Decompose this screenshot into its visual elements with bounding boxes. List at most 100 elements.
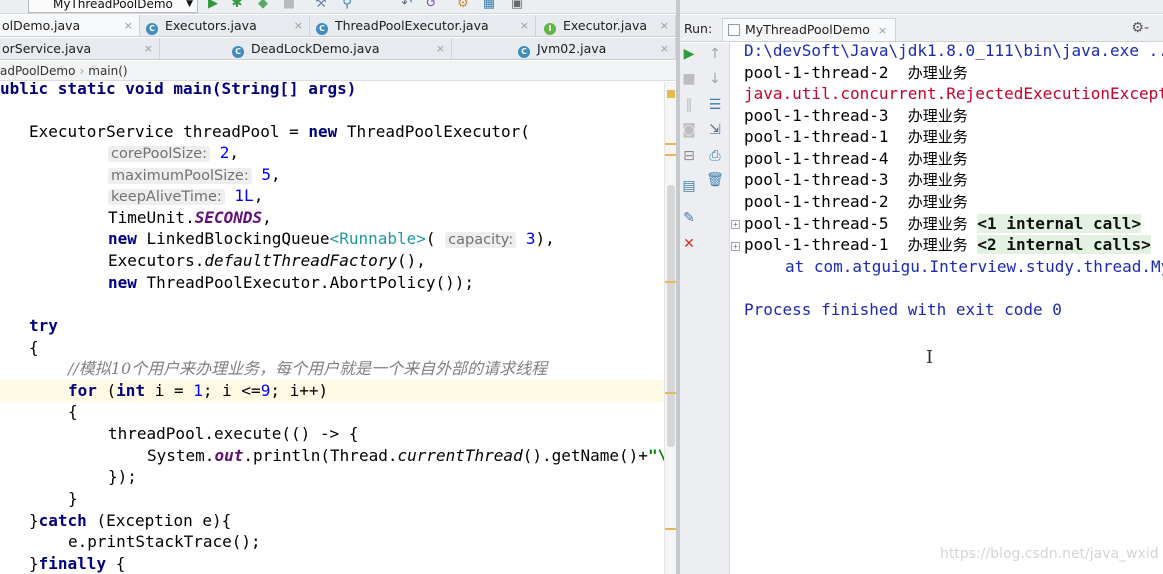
close-icon[interactable]: × <box>520 15 529 36</box>
code-line: keepAliveTime: 1L, <box>108 185 263 207</box>
tab-jvm02[interactable]: C Jvm02.java × <box>510 38 676 59</box>
pause-icon[interactable]: ‖ <box>680 96 698 114</box>
scroll-down-icon[interactable]: ↓ <box>706 70 724 88</box>
code-line: ublic static void main(String[] args) <box>0 82 357 98</box>
scroll-up-icon[interactable]: ↑ <box>706 45 724 63</box>
close-icon[interactable]: × <box>878 24 887 37</box>
breadcrumb-item-method[interactable]: main() <box>88 64 127 78</box>
main-toolbar: MyThreadPoolDemo ▼ ▶ ✱ ◆ ■ ⚒ ⚲ ↶ ↺ ⚙ ▦ ▣ <box>0 0 1163 14</box>
expand-fold-icon[interactable]: + <box>731 242 740 251</box>
pin-icon[interactable]: ✎ <box>680 209 698 227</box>
code-line: } <box>68 489 78 508</box>
class-icon: C <box>316 23 328 35</box>
code-line: ExecutorService threadPool = new ThreadP… <box>29 122 530 141</box>
internal-calls-fold[interactable]: <1 internal call> <box>977 214 1142 233</box>
code-line: System.out.println(Thread.currentThread(… <box>147 446 664 465</box>
console-line: pool-1-thread-2 办理业务 <box>744 192 968 211</box>
tab-deadlockdemo[interactable]: C DeadLockDemo.java × <box>226 38 452 59</box>
tab-mythreadpooldemo[interactable]: olDemo.java × <box>0 15 140 36</box>
code-line: e.printStackTrace(); <box>68 532 261 551</box>
console-line: pool-1-thread-3 办理业务 <box>744 170 968 189</box>
code-editor[interactable]: ublic static void main(String[] args) Ex… <box>0 82 664 574</box>
code-line: try <box>29 316 58 335</box>
expand-fold-icon[interactable]: + <box>731 220 740 229</box>
soft-wrap-icon[interactable]: ☰ <box>706 96 724 114</box>
run-configuration-selector[interactable]: MyThreadPoolDemo ▼ <box>28 0 198 13</box>
trash-icon[interactable]: 🗑 <box>706 171 724 189</box>
tab-executors[interactable]: C Executors.java × <box>140 15 310 36</box>
coverage-icon[interactable]: ◆ <box>256 0 270 11</box>
close-icon[interactable]: ✕ <box>680 235 698 253</box>
undo-icon[interactable]: ↶ <box>400 0 414 11</box>
layout-icon[interactable]: ▤ <box>680 177 698 195</box>
close-icon[interactable]: × <box>660 38 669 59</box>
tool-icon[interactable]: ⚙ <box>456 0 470 11</box>
console-line: pool-1-thread-1 办理业务 <box>744 127 968 146</box>
run-icon[interactable]: ▶ <box>206 0 220 11</box>
scrollbar-thumb[interactable] <box>667 185 675 447</box>
editor-tab-bar-secondary: orService.java × C DeadLockDemo.java × C… <box>0 38 676 60</box>
tab-threadpoolexecutor[interactable]: C ThreadPoolExecutor.java × <box>310 15 536 36</box>
console-tab-icon <box>728 24 740 36</box>
console-line: D:\devSoft\Java\jdk1.8.0_111\bin\java.ex… <box>744 43 1163 60</box>
interface-icon: I <box>544 23 556 35</box>
tab-executorservice[interactable]: orService.java × <box>0 38 160 59</box>
redo-icon[interactable]: ↺ <box>424 0 438 11</box>
code-line: new ThreadPoolExecutor.AbortPolicy()); <box>108 273 475 292</box>
code-line: new LinkedBlockingQueue<Runnable>( capac… <box>108 229 555 248</box>
gear-icon[interactable]: ⚙- <box>1131 15 1149 41</box>
run-panel-title: Run: <box>684 21 713 36</box>
editor-scrollbar[interactable] <box>664 82 677 574</box>
param-hint: maximumPoolSize: <box>108 168 252 184</box>
tab-label: orService.java <box>2 41 92 56</box>
restore-layout-icon[interactable]: ⊟ <box>680 147 698 165</box>
camera-icon[interactable]: ◙ <box>680 121 698 139</box>
scroll-to-end-icon[interactable]: ⇲ <box>706 121 724 139</box>
stop-icon[interactable]: ■ <box>282 0 296 11</box>
code-line: }finally { <box>29 554 126 573</box>
warning-marker[interactable] <box>667 90 675 98</box>
console-error-line: java.util.concurrent.RejectedExecutionEx… <box>744 84 1163 103</box>
tab-label: olDemo.java <box>2 18 81 33</box>
param-hint: capacity: <box>445 232 517 248</box>
console-output[interactable]: D:\devSoft\Java\jdk1.8.0_111\bin\java.ex… <box>731 43 1163 574</box>
stack-trace-link[interactable]: at com.atguigu.Interview.study.thread.My… <box>785 256 1163 278</box>
code-line: maximumPoolSize: 5, <box>108 164 281 186</box>
run-tab-mythreadpooldemo[interactable]: MyThreadPoolDemo × <box>722 18 897 41</box>
tab-label: Jvm02.java <box>536 41 607 56</box>
internal-calls-fold[interactable]: <2 internal calls> <box>977 235 1151 254</box>
code-line: }catch (Exception e){ <box>29 511 232 530</box>
stop-icon[interactable]: ■ <box>680 70 698 88</box>
rerun-icon[interactable]: ▶ <box>680 45 698 63</box>
console-line: pool-1-thread-2 办理业务 <box>744 63 968 82</box>
console-line: pool-1-thread-3 办理业务 <box>744 106 968 125</box>
breadcrumb-separator: › <box>79 64 85 78</box>
watermark: https://blog.csdn.net/java_wxid <box>940 546 1159 562</box>
structure-icon[interactable]: ⚲ <box>340 0 354 11</box>
close-icon[interactable]: × <box>124 15 133 36</box>
text-cursor-icon: I <box>926 347 934 368</box>
code-line: }); <box>108 467 137 486</box>
build-icon[interactable]: ⚒ <box>314 0 328 11</box>
code-line-current: for (int i = 1; i <=9; i++) <box>0 380 664 402</box>
tab-label: ThreadPoolExecutor.java <box>334 18 489 33</box>
console-line: pool-1-thread-1 办理业务 <2 internal calls> <box>744 235 1151 254</box>
tab-label: Executor.java <box>562 18 648 33</box>
close-icon[interactable]: × <box>144 38 153 59</box>
close-icon[interactable]: × <box>294 15 303 36</box>
code-line: { <box>29 338 39 357</box>
tab-label: Executors.java <box>164 18 257 33</box>
close-icon[interactable]: × <box>436 38 445 59</box>
console-line: pool-1-thread-4 办理业务 <box>744 149 968 168</box>
breadcrumb-item-class[interactable]: adPoolDemo <box>0 64 75 78</box>
sdk-icon[interactable]: ▣ <box>510 0 524 11</box>
project-structure-icon[interactable]: ▦ <box>482 0 496 11</box>
print-icon[interactable]: ⎙ <box>706 147 724 165</box>
debug-icon[interactable]: ✱ <box>230 0 244 11</box>
code-line: //模拟10个用户来办理业务，每个用户就是一个来自外部的请求线程 <box>68 359 548 378</box>
close-icon[interactable]: × <box>660 15 669 36</box>
code-line: corePoolSize: 2, <box>108 142 239 164</box>
run-panel-header: Run: MyThreadPoolDemo × ⚙- <box>680 15 1163 42</box>
tab-executor[interactable]: I Executor.java × <box>536 15 676 36</box>
run-configuration-label: MyThreadPoolDemo <box>53 0 173 11</box>
